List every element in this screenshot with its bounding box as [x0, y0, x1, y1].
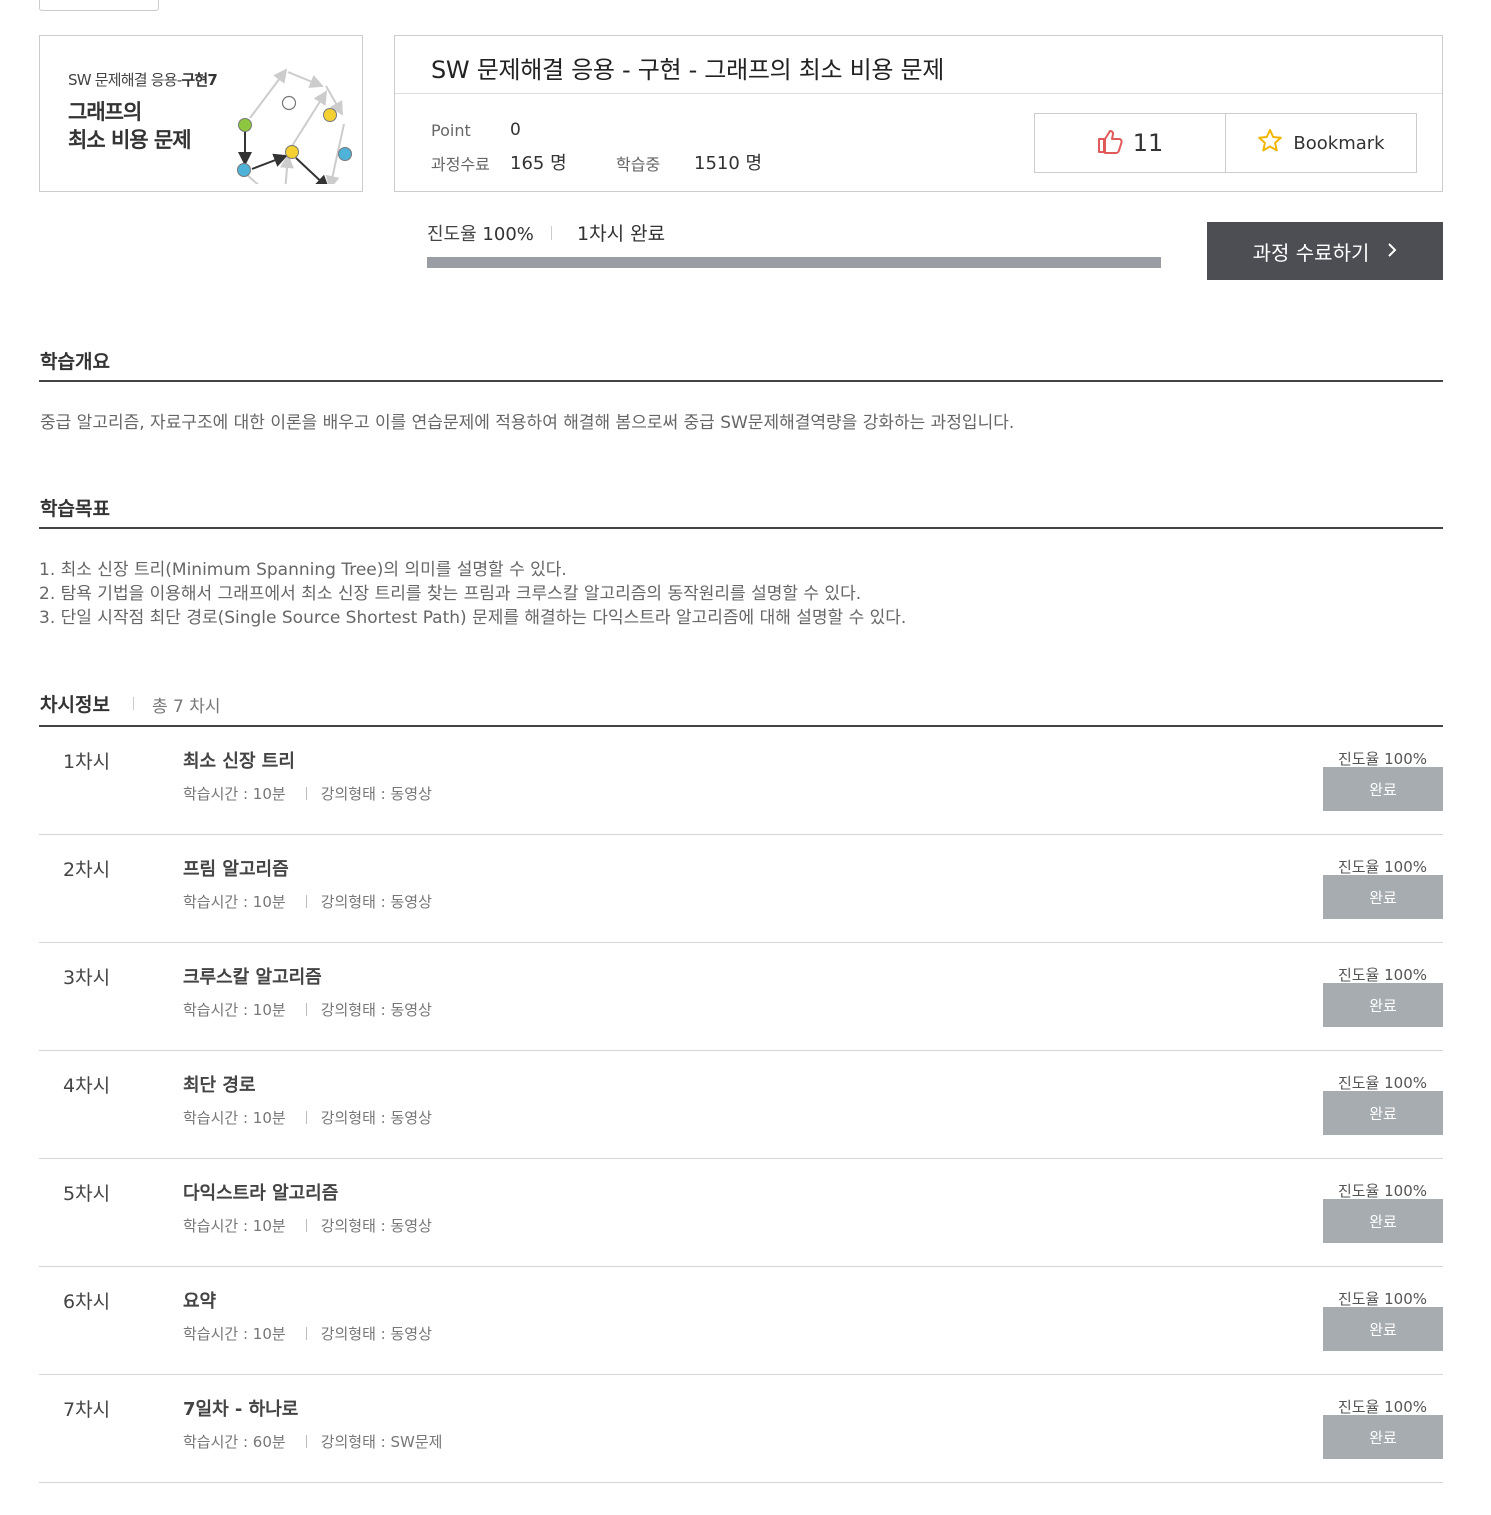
session-number: 7차시 [63, 1399, 111, 1421]
session-progress: 진도율 100% [1337, 966, 1427, 984]
session-name[interactable]: 다익스트라 알고리즘 [183, 1179, 338, 1205]
session-row: 6차시 요약 학습시간 : 10분 강의형태 : 동영상 진도율 100% 완료 [39, 1267, 1443, 1375]
session-number: 4차시 [63, 1075, 111, 1097]
session-row: 7차시 7일차 - 하나로 학습시간 : 60분 강의형태 : SW문제 진도율 … [39, 1375, 1443, 1483]
session-progress: 진도율 100% [1337, 1290, 1427, 1308]
session-number: 5차시 [63, 1183, 111, 1205]
session-progress: 진도율 100% [1337, 1182, 1427, 1200]
progress-label: 진도율 100% [427, 224, 534, 245]
top-tab-fragment [39, 0, 159, 11]
point-value: 0 [510, 120, 521, 140]
session-done-button[interactable]: 완료 [1323, 767, 1443, 811]
overview-title: 학습개요 [40, 351, 110, 373]
session-done-button[interactable]: 완료 [1323, 1307, 1443, 1351]
goal-item: 2. 탐욕 기법을 이용해서 그래프에서 최소 신장 트리를 찾는 프림과 크루… [39, 584, 862, 604]
session-name[interactable]: 최소 신장 트리 [183, 747, 295, 773]
session-number: 2차시 [63, 859, 111, 881]
session-progress: 진도율 100% [1337, 1074, 1427, 1092]
sessions-total: 총 7 차시 [152, 697, 221, 717]
session-number: 1차시 [63, 751, 111, 773]
sessions-title: 차시정보 [40, 694, 110, 716]
learning-value: 1510 명 [694, 153, 763, 174]
session-meta: 학습시간 : 10분 강의형태 : 동영상 [183, 999, 432, 1020]
session-name[interactable]: 프림 알고리즘 [183, 855, 289, 881]
session-type: 강의형태 : 동영상 [320, 1325, 432, 1343]
section-divider [39, 380, 1443, 382]
star-icon [1257, 128, 1283, 158]
bookmark-label: Bookmark [1293, 132, 1385, 154]
goals-title: 학습목표 [40, 498, 110, 520]
divider [395, 93, 1442, 94]
divider [551, 226, 552, 240]
completed-value: 165 명 [510, 153, 567, 174]
action-buttons: 11 Bookmark [1034, 113, 1417, 173]
session-time: 학습시간 : 10분 [183, 1109, 286, 1127]
session-progress: 진도율 100% [1337, 1398, 1427, 1416]
session-done-button[interactable]: 완료 [1323, 1199, 1443, 1243]
session-progress: 진도율 100% [1337, 858, 1427, 876]
goal-item: 1. 최소 신장 트리(Minimum Spanning Tree)의 의미를 … [39, 560, 567, 580]
session-done-button[interactable]: 완료 [1323, 983, 1443, 1027]
like-count: 11 [1132, 129, 1164, 157]
session-time: 학습시간 : 10분 [183, 1325, 286, 1343]
divider [133, 697, 134, 710]
section-divider [39, 527, 1443, 529]
session-type: 강의형태 : 동영상 [320, 1001, 432, 1019]
session-done-button[interactable]: 완료 [1323, 1091, 1443, 1135]
session-time: 학습시간 : 10분 [183, 893, 286, 911]
course-title: SW 문제해결 응용 - 구현 - 그래프의 최소 비용 문제 [431, 56, 945, 84]
course-thumbnail: SW 문제해결 응용-구현7 그래프의 최소 비용 문제 [39, 35, 363, 192]
bookmark-button[interactable]: Bookmark [1226, 114, 1416, 172]
session-status: 1차시 완료 [577, 223, 666, 245]
progress-bar-fill [427, 257, 1161, 268]
session-done-button[interactable]: 완료 [1323, 875, 1443, 919]
complete-course-label: 과정 수료하기 [1252, 240, 1370, 265]
learning-label: 학습중 [616, 155, 661, 174]
point-label: Point [431, 121, 471, 140]
session-time: 학습시간 : 10분 [183, 785, 286, 803]
session-row: 3차시 크루스칼 알고리즘 학습시간 : 10분 강의형태 : 동영상 진도율 1… [39, 943, 1443, 1051]
session-number: 3차시 [63, 967, 111, 989]
session-meta: 학습시간 : 10분 강의형태 : 동영상 [183, 891, 432, 912]
course-info-box: SW 문제해결 응용 - 구현 - 그래프의 최소 비용 문제 Point 0 … [394, 35, 1443, 192]
session-type: 강의형태 : 동영상 [320, 893, 432, 911]
progress-percent: 100% [482, 224, 534, 245]
session-time: 학습시간 : 10분 [183, 1001, 286, 1019]
chevron-right-icon [1387, 239, 1397, 263]
goal-item: 3. 단일 시작점 최단 경로(Single Source Shortest P… [39, 608, 907, 628]
complete-course-button[interactable]: 과정 수료하기 [1207, 222, 1443, 280]
session-progress: 진도율 100% [1337, 750, 1427, 768]
session-name[interactable]: 최단 경로 [183, 1071, 256, 1097]
session-done-button[interactable]: 완료 [1323, 1415, 1443, 1459]
session-type: 강의형태 : 동영상 [320, 1217, 432, 1235]
session-name[interactable]: 7일차 - 하나로 [183, 1395, 298, 1421]
session-meta: 학습시간 : 10분 강의형태 : 동영상 [183, 1323, 432, 1344]
session-meta: 학습시간 : 10분 강의형태 : 동영상 [183, 783, 432, 804]
session-name[interactable]: 크루스칼 알고리즘 [183, 963, 322, 989]
like-button[interactable]: 11 [1035, 114, 1226, 172]
thumbnail-title: 그래프의 최소 비용 문제 [68, 100, 192, 152]
progress-bar [427, 257, 1161, 268]
completed-label: 과정수료 [431, 155, 490, 174]
session-row: 5차시 다익스트라 알고리즘 학습시간 : 10분 강의형태 : 동영상 진도율 … [39, 1159, 1443, 1267]
overview-text: 중급 알고리즘, 자료구조에 대한 이론을 배우고 이를 연습문제에 적용하여 … [40, 413, 1015, 433]
session-meta: 학습시간 : 10분 강의형태 : 동영상 [183, 1215, 432, 1236]
session-meta: 학습시간 : 10분 강의형태 : 동영상 [183, 1107, 432, 1128]
session-type: 강의형태 : 동영상 [320, 1109, 432, 1127]
session-type: 강의형태 : SW문제 [320, 1433, 443, 1451]
session-time: 학습시간 : 10분 [183, 1217, 286, 1235]
session-number: 6차시 [63, 1291, 111, 1313]
session-row: 2차시 프림 알고리즘 학습시간 : 10분 강의형태 : 동영상 진도율 100… [39, 835, 1443, 943]
graph-illustration [237, 68, 352, 184]
session-row: 1차시 최소 신장 트리 학습시간 : 10분 강의형태 : 동영상 진도율 10… [39, 727, 1443, 835]
thumbs-up-icon [1097, 128, 1123, 158]
session-meta: 학습시간 : 60분 강의형태 : SW문제 [183, 1431, 442, 1452]
session-type: 강의형태 : 동영상 [320, 785, 432, 803]
session-name[interactable]: 요약 [183, 1287, 216, 1313]
thumbnail-subtitle: SW 문제해결 응용-구현7 [68, 71, 218, 89]
session-time: 학습시간 : 60분 [183, 1433, 286, 1451]
session-row: 4차시 최단 경로 학습시간 : 10분 강의형태 : 동영상 진도율 100% … [39, 1051, 1443, 1159]
